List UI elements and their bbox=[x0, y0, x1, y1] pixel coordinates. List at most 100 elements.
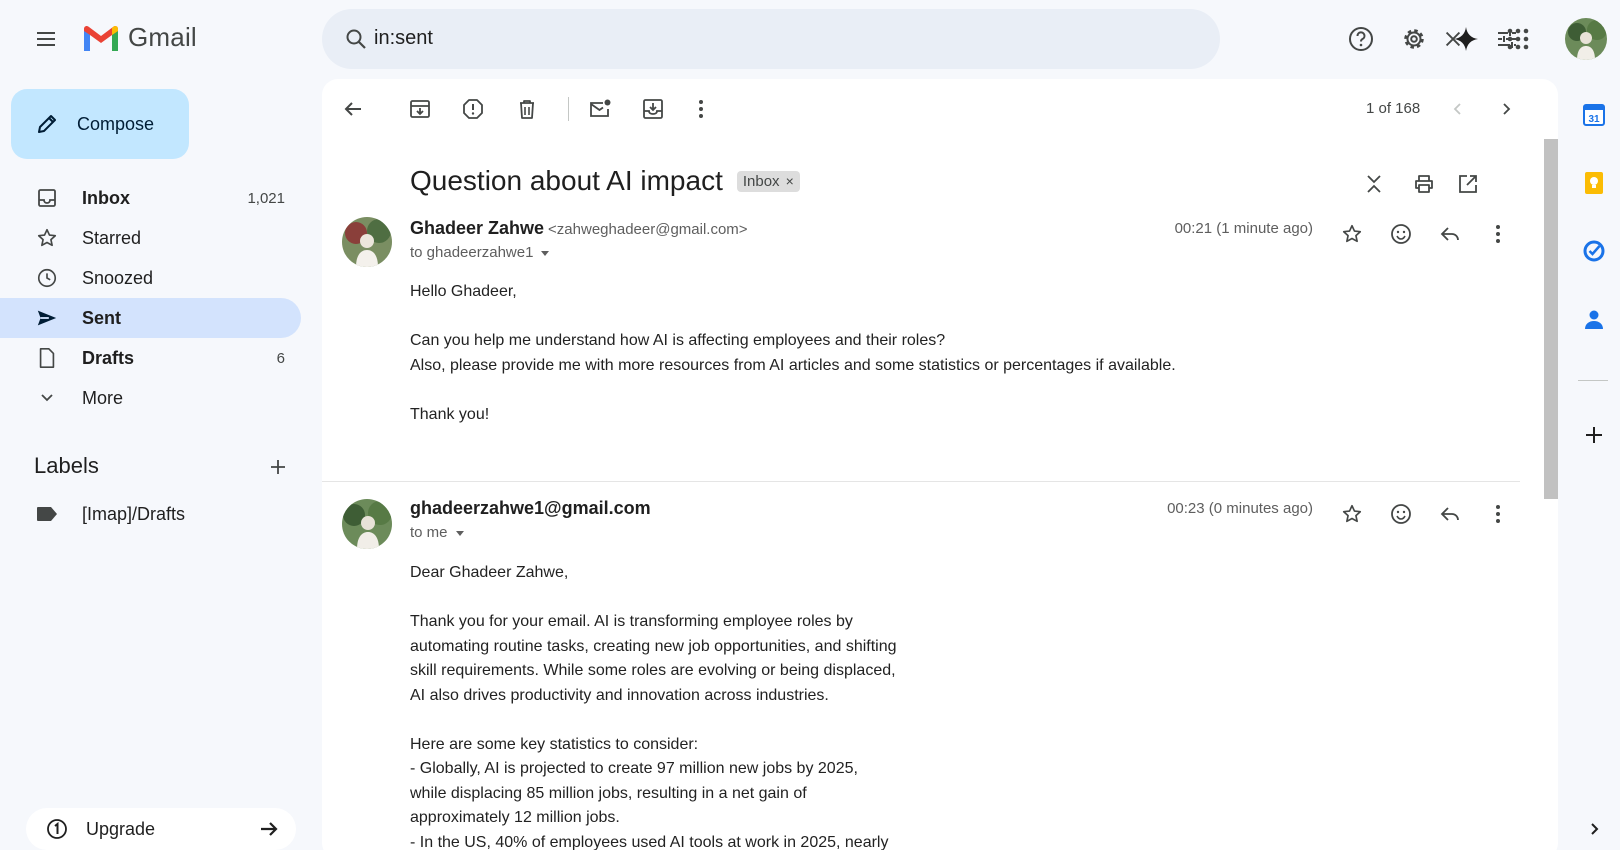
message-more-button[interactable] bbox=[1478, 494, 1518, 534]
archive-icon bbox=[410, 100, 430, 118]
trash-icon bbox=[520, 100, 534, 119]
sender-avatar[interactable] bbox=[342, 217, 392, 267]
sidebar-item-label: Starred bbox=[82, 227, 142, 248]
thread-subject: Question about AI impact bbox=[410, 165, 723, 196]
arrow-right-icon bbox=[261, 822, 278, 836]
mark-unread-icon bbox=[590, 99, 611, 117]
remove-label-icon[interactable]: × bbox=[786, 173, 794, 189]
message-body: Hello Ghadeer, Can you help me understan… bbox=[410, 283, 1176, 423]
sender-avatar[interactable] bbox=[342, 499, 392, 549]
sidebar-item-label: Snoozed bbox=[82, 267, 154, 288]
main-menu-button[interactable] bbox=[26, 19, 66, 59]
tasks-icon bbox=[1583, 240, 1605, 262]
move-to-button[interactable] bbox=[633, 89, 673, 129]
sidebar-item-label: Inbox bbox=[82, 187, 130, 208]
star-icon bbox=[36, 227, 58, 249]
sparkle-icon bbox=[1454, 27, 1478, 51]
calendar-icon: 31 bbox=[1583, 104, 1605, 126]
sender-email: <zahweghadeer@gmail.com> bbox=[548, 221, 748, 238]
sidebar-item-sent[interactable]: Sent bbox=[0, 298, 301, 338]
sidebar-item-drafts[interactable]: Drafts 6 bbox=[0, 338, 301, 378]
avatar-photo bbox=[1565, 18, 1607, 60]
sidebar-item-label: More bbox=[82, 387, 124, 408]
account-avatar[interactable] bbox=[1565, 18, 1607, 60]
reply-icon bbox=[1440, 507, 1459, 521]
chevron-right-icon bbox=[1503, 103, 1511, 115]
emoji-react-button[interactable] bbox=[1381, 494, 1421, 534]
sidebar-item-label: Drafts bbox=[82, 347, 135, 368]
reply-button[interactable] bbox=[1430, 494, 1470, 534]
sidebar-item-label: Sent bbox=[82, 307, 122, 328]
sidebar-label-imap-drafts[interactable]: [Imap]/Drafts bbox=[0, 494, 301, 534]
scrollbar-thumb[interactable] bbox=[1544, 139, 1558, 499]
settings-button[interactable] bbox=[1394, 19, 1434, 59]
open-in-new-icon bbox=[1459, 175, 1477, 193]
upgrade-button[interactable]: Upgrade bbox=[26, 808, 296, 850]
message-more-button[interactable] bbox=[1478, 214, 1518, 254]
search-bar[interactable]: in:sent bbox=[322, 9, 1516, 69]
upgrade-badge-icon bbox=[47, 819, 67, 839]
keep-icon bbox=[1585, 172, 1603, 194]
recipient-details[interactable]: to ghadeerzahwe1 bbox=[410, 244, 551, 261]
collapse-all-button[interactable] bbox=[1354, 164, 1394, 204]
open-new-window-button[interactable] bbox=[1448, 164, 1488, 204]
more-vert-icon bbox=[1496, 505, 1500, 523]
caret-down-icon bbox=[455, 530, 464, 536]
compose-label: Compose bbox=[77, 113, 155, 134]
get-addons-button[interactable] bbox=[1574, 415, 1614, 455]
star-button[interactable] bbox=[1332, 214, 1372, 254]
show-side-panel-button[interactable] bbox=[1574, 814, 1614, 844]
plus-icon bbox=[271, 460, 285, 474]
emoji-icon bbox=[1391, 224, 1411, 244]
support-button[interactable] bbox=[1341, 19, 1381, 59]
inbox-label-chip[interactable]: Inbox × bbox=[736, 170, 800, 192]
recipient-text: to me bbox=[410, 524, 448, 541]
mark-unread-button[interactable] bbox=[580, 89, 620, 129]
report-spam-button[interactable] bbox=[453, 89, 493, 129]
search-button[interactable] bbox=[336, 19, 376, 59]
star-button[interactable] bbox=[1332, 494, 1372, 534]
print-icon bbox=[1415, 175, 1433, 193]
archive-button[interactable] bbox=[400, 89, 440, 129]
gemini-button[interactable] bbox=[1446, 19, 1486, 59]
search-input[interactable]: in:sent bbox=[374, 27, 433, 50]
tasks-button[interactable] bbox=[1574, 231, 1614, 271]
move-to-icon bbox=[643, 99, 663, 119]
calendar-button[interactable]: 31 bbox=[1574, 95, 1614, 135]
older-button[interactable] bbox=[1486, 89, 1526, 129]
apps-button[interactable] bbox=[1498, 19, 1538, 59]
message-body: Dear Ghadeer Zahwe, Thank you for your e… bbox=[410, 564, 897, 850]
add-icon bbox=[1586, 427, 1602, 443]
newer-button[interactable] bbox=[1438, 89, 1478, 129]
back-button[interactable] bbox=[333, 89, 373, 129]
sender-name[interactable]: ghadeerzahwe1@gmail.com bbox=[410, 498, 651, 518]
sidebar-item-inbox[interactable]: Inbox 1,021 bbox=[0, 178, 301, 218]
emoji-icon bbox=[1391, 504, 1411, 524]
keep-button[interactable] bbox=[1574, 163, 1614, 203]
delete-button[interactable] bbox=[507, 89, 547, 129]
sidebar-item-more[interactable]: More bbox=[0, 378, 301, 418]
message-divider bbox=[322, 481, 1520, 482]
gear-icon bbox=[1404, 29, 1424, 49]
compose-button[interactable]: Compose bbox=[11, 89, 189, 159]
contacts-button[interactable] bbox=[1574, 299, 1614, 339]
sender-name[interactable]: Ghadeer Zahwe bbox=[410, 218, 544, 238]
recipient-details[interactable]: to me bbox=[410, 524, 466, 541]
chevron-down-icon bbox=[36, 390, 58, 406]
sidebar-item-snoozed[interactable]: Snoozed bbox=[0, 258, 301, 298]
reply-button[interactable] bbox=[1430, 214, 1470, 254]
toolbar-divider bbox=[568, 97, 569, 121]
message-time: 00:23 (0 minutes ago) bbox=[1167, 500, 1313, 517]
more-actions-button[interactable] bbox=[681, 89, 721, 129]
emoji-react-button[interactable] bbox=[1381, 214, 1421, 254]
create-label-button[interactable] bbox=[258, 447, 298, 487]
gmail-m-icon bbox=[84, 25, 118, 51]
more-vert-icon bbox=[699, 100, 703, 118]
print-button[interactable] bbox=[1404, 164, 1444, 204]
gmail-logo[interactable]: Gmail bbox=[82, 22, 197, 53]
sender-line: ghadeerzahwe1@gmail.com bbox=[410, 498, 651, 519]
sidebar-item-starred[interactable]: Starred bbox=[0, 218, 301, 258]
clock-icon bbox=[36, 267, 58, 289]
chevron-right-icon bbox=[1591, 823, 1599, 835]
calendar-day: 31 bbox=[1588, 114, 1600, 125]
